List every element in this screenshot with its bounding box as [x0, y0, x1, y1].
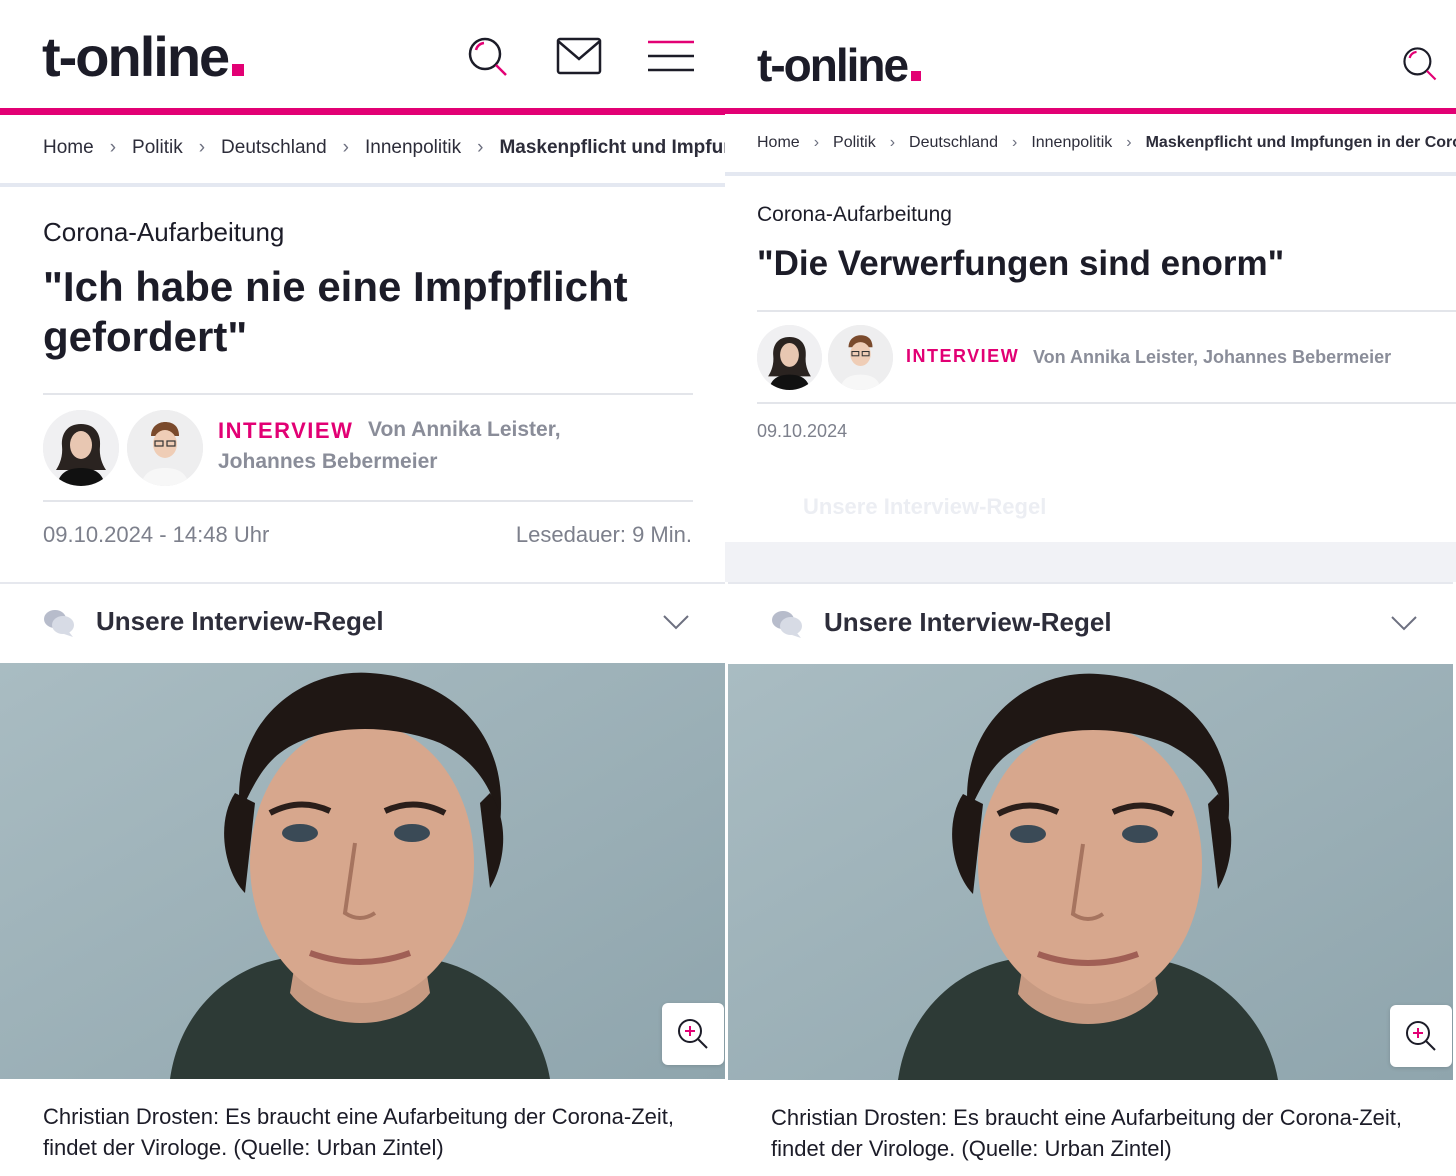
chevron-right-icon: ›	[198, 137, 206, 158]
interview-rule-accordion[interactable]: Unsere Interview-Regel	[728, 582, 1453, 664]
chevron-right-icon: ›	[889, 134, 896, 151]
chevron-right-icon: ›	[1126, 134, 1132, 151]
author-avatar-annika[interactable]	[43, 410, 119, 486]
photo-caption: Christian Drosten: Es braucht eine Aufar…	[43, 1104, 674, 1160]
breadcrumb: Home › Politik › Deutschland › Innenpoli…	[757, 134, 1456, 152]
zoom-in-icon	[678, 1019, 708, 1049]
author-portrait-icon	[43, 410, 119, 486]
author-avatar-johannes[interactable]	[127, 410, 203, 486]
speech-bubbles-icon	[44, 610, 74, 637]
breadcrumb-politik[interactable]: Politik	[833, 134, 876, 152]
chevron-right-icon: ›	[477, 137, 484, 158]
interview-rule-title: Unsere Interview-Regel	[824, 607, 1112, 637]
logo-dot	[911, 71, 922, 81]
divider	[757, 310, 1456, 312]
author-portrait-icon	[828, 325, 893, 390]
chevron-right-icon: ›	[813, 134, 820, 151]
search-icon[interactable]	[1401, 45, 1439, 83]
t-online-logo[interactable]: t-online	[757, 38, 922, 92]
author-byline[interactable]: Von Annika Leister, Johannes Bebermeier	[1033, 344, 1391, 371]
chevron-down-icon[interactable]	[1390, 615, 1418, 631]
breadcrumb-innenpolitik[interactable]: Innenpolitik	[1031, 134, 1112, 152]
zoom-button[interactable]	[662, 1003, 724, 1065]
breadcrumb-deutschland[interactable]: Deutschland	[221, 137, 327, 159]
photo-caption: Christian Drosten: Es braucht eine Aufar…	[771, 1105, 1402, 1161]
author-portrait-icon	[127, 410, 203, 486]
zoom-in-icon	[1406, 1021, 1436, 1051]
divider	[757, 402, 1456, 404]
logo-text: t-online	[757, 39, 909, 91]
mail-icon[interactable]	[556, 37, 602, 75]
header-accent-bar	[725, 108, 1456, 114]
site-header: t-online	[0, 0, 725, 108]
right-screenshot: t-online Home › Politik › Deutschland › …	[725, 0, 1456, 1176]
divider	[43, 393, 693, 395]
chevron-right-icon: ›	[1011, 134, 1018, 151]
speech-bubbles-icon	[772, 611, 802, 638]
breadcrumb-home[interactable]: Home	[757, 134, 800, 152]
interview-rule-accordion[interactable]: Unsere Interview-Regel	[0, 582, 725, 662]
header-accent-bar	[0, 108, 725, 115]
article-headline: "Die Verwerfungen sind enorm"	[757, 244, 1285, 283]
interview-tag: INTERVIEW	[906, 346, 1020, 366]
t-online-logo[interactable]: t-online	[42, 24, 245, 89]
author-byline[interactable]: Von Annika Leister, Johannes Bebermeier	[218, 414, 598, 477]
breadcrumb-current: Maskenpflicht und Impfungen in der Coron…	[499, 137, 725, 158]
read-time: Lesedauer: 9 Min.	[515, 522, 692, 547]
menu-icon[interactable]	[648, 40, 694, 72]
zoom-button[interactable]	[1390, 1005, 1452, 1067]
breadcrumb-home[interactable]: Home	[43, 137, 94, 159]
faded-interview-rule: Unsere Interview-Regel	[803, 494, 1047, 519]
breadcrumb-politik[interactable]: Politik	[132, 137, 183, 159]
author-avatar-annika[interactable]	[757, 325, 822, 390]
left-screenshot: t-online Home › Politik › Deutschland › …	[0, 0, 725, 1176]
chevron-right-icon: ›	[342, 137, 349, 158]
site-header: t-online	[725, 0, 1456, 108]
breadcrumb: Home › Politik › Deutschland › Innenpoli…	[43, 137, 725, 159]
breadcrumb-innenpolitik[interactable]: Innenpolitik	[365, 137, 461, 159]
article-photo	[728, 664, 1453, 1080]
logo-text: t-online	[42, 25, 230, 88]
breadcrumb-current: Maskenpflicht und Impfungen in der Coron…	[1145, 134, 1456, 151]
breadcrumb-divider	[725, 172, 1456, 176]
author-portrait-icon	[757, 325, 822, 390]
section-gap	[725, 542, 1456, 582]
author-avatar-johannes[interactable]	[828, 325, 893, 390]
article-kicker: Corona-Aufarbeitung	[757, 203, 952, 226]
interview-rule-title: Unsere Interview-Regel	[96, 606, 384, 636]
breadcrumb-deutschland[interactable]: Deutschland	[909, 134, 998, 152]
logo-dot	[232, 64, 245, 76]
divider	[43, 500, 693, 502]
publish-date: 09.10.2024	[757, 421, 848, 441]
article-kicker: Corona-Aufarbeitung	[43, 217, 285, 247]
portrait-photo-illustration	[0, 663, 725, 1079]
chevron-down-icon[interactable]	[662, 614, 690, 630]
publish-date: 09.10.2024 - 14:48 Uhr	[43, 522, 270, 547]
breadcrumb-divider	[0, 183, 725, 187]
article-headline: "Ich habe nie eine Impfpflicht gefordert…	[43, 263, 628, 361]
article-photo	[0, 663, 725, 1079]
portrait-photo-illustration	[728, 664, 1453, 1080]
search-icon[interactable]	[466, 35, 510, 79]
chevron-right-icon: ›	[109, 137, 117, 158]
